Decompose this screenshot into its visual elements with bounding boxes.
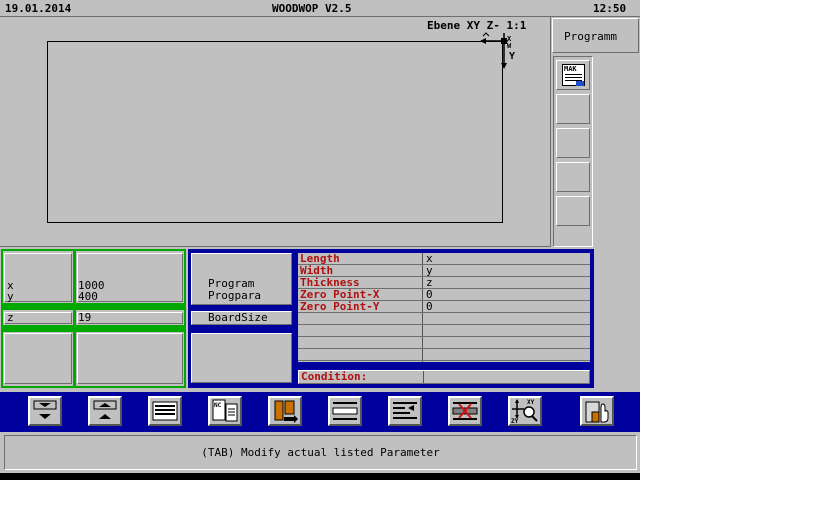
param-row[interactable]: [298, 325, 590, 337]
title-bar: 19.01.2014 WOODWOP V2.5 12:50: [0, 0, 640, 17]
macro-slot-4[interactable]: [556, 162, 590, 192]
param-row[interactable]: Zero Point-Y 0: [298, 301, 590, 313]
z-value-row[interactable]: [77, 312, 183, 324]
macro-slot-1[interactable]: MAK: [556, 60, 590, 90]
screen-bottom-edge: [0, 473, 640, 480]
parameter-panel: Program Progpara BoardSize Length x Width y…: [188, 249, 594, 388]
y-value[interactable]: 400: [78, 291, 98, 303]
list-view-icon: [152, 401, 178, 421]
macro-slot-list: MAK: [553, 56, 593, 247]
insert-macro-button[interactable]: [268, 396, 302, 426]
param-row[interactable]: Length x: [298, 253, 590, 265]
item-boardsize-label: BoardSize: [208, 311, 268, 324]
item-boardsize[interactable]: BoardSize: [191, 311, 292, 325]
item-progpara[interactable]: Progpara: [208, 290, 261, 302]
scroll-down-icon: [33, 400, 57, 419]
edit-line-icon: [332, 402, 358, 420]
sort-list-button[interactable]: [388, 396, 422, 426]
sort-list-icon: [393, 402, 417, 419]
param-name: Zero Point-Y: [300, 300, 380, 313]
tab-programm[interactable]: Programm: [552, 18, 639, 53]
nc-program-button[interactable]: NC: [208, 396, 242, 426]
axis-w-label: W: [507, 42, 512, 50]
macro-slot-2[interactable]: [556, 94, 590, 124]
scroll-up-icon: [93, 400, 117, 419]
board-outline: [47, 41, 503, 223]
coord-cell-bl: [4, 333, 72, 384]
axis-cross-icon: [480, 32, 508, 69]
status-message: (TAB) Modify actual listed Parameter: [201, 446, 440, 459]
param-table: Length x Width y Thickness z Zero Point-X 0 Zero…: [298, 253, 590, 362]
condition-row[interactable]: Condition:: [298, 370, 590, 384]
z-row[interactable]: [4, 312, 72, 324]
header-date: 19.01.2014: [5, 2, 72, 15]
macro-slot-5[interactable]: [556, 196, 590, 226]
delete-button[interactable]: [448, 396, 482, 426]
coordinate-panel: x 1000 y 400 z 19: [1, 249, 186, 388]
zoom-xy-text: XY: [527, 399, 535, 406]
toolbar: NC XY ZY: [0, 390, 640, 432]
condition-label: Condition:: [301, 370, 368, 383]
scroll-up-button[interactable]: [88, 396, 122, 426]
header-time: 12:50: [593, 2, 627, 15]
scroll-down-button[interactable]: [28, 396, 62, 426]
program-list-lower: [191, 333, 292, 383]
tab-programm-label: Programm: [564, 30, 617, 43]
nc-text: NC: [214, 402, 222, 409]
y-name: y: [7, 290, 14, 303]
zoom-view-icon: XY ZY: [511, 399, 538, 425]
delete-icon: [452, 402, 478, 420]
zoom-zy-text: ZY: [511, 418, 519, 424]
list-view-button[interactable]: [148, 396, 182, 426]
status-bar: (TAB) Modify actual listed Parameter: [4, 435, 637, 470]
insert-macro-icon: [274, 400, 298, 423]
param-row[interactable]: [298, 337, 590, 349]
macro-slot-3[interactable]: [556, 128, 590, 158]
coord-cell-br: [77, 333, 183, 384]
exit-button[interactable]: [580, 396, 614, 426]
mak-icon-label: MAK: [564, 65, 577, 73]
mak-icon: MAK: [562, 64, 585, 86]
app-title: WOODWOP V2.5: [272, 2, 352, 15]
coord-cell-tl: [4, 253, 72, 302]
param-value[interactable]: 0: [426, 301, 433, 313]
nc-program-icon: NC: [212, 399, 238, 422]
z-name: z: [7, 311, 14, 324]
edit-line-button[interactable]: [328, 396, 362, 426]
axis-y-label: Y: [509, 51, 516, 62]
param-row[interactable]: [298, 313, 590, 325]
status-area: (TAB) Modify actual listed Parameter: [0, 432, 640, 473]
drawing-view[interactable]: Ebene XY Z- 1:1 X W Y: [0, 17, 551, 247]
z-value[interactable]: 19: [78, 312, 91, 324]
zoom-view-button[interactable]: XY ZY: [508, 396, 542, 426]
param-row[interactable]: [298, 349, 590, 361]
exit-icon: [585, 401, 609, 423]
